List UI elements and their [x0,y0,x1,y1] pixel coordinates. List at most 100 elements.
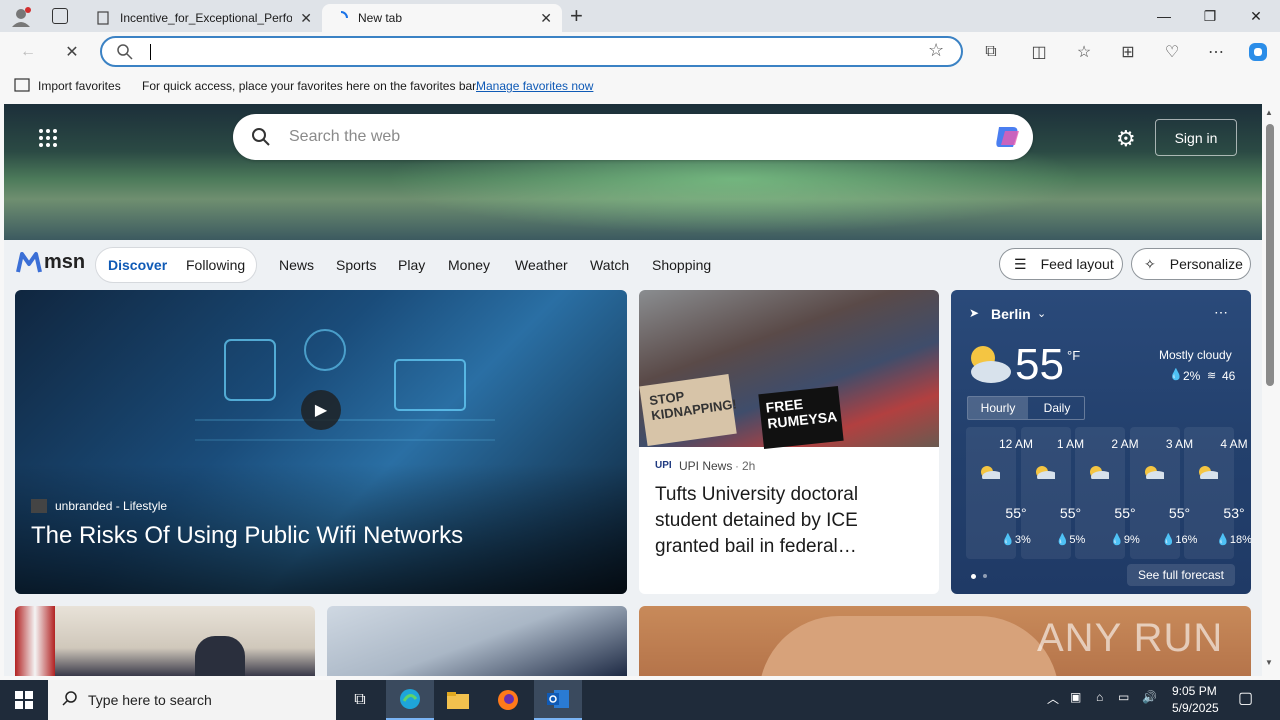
weather-card[interactable]: ➤ Berlin ⌄ ⋯ 55 °F Mostly cloudy 💧 2% ≋ … [951,290,1251,594]
clock-time[interactable]: 9:05 PM [1172,684,1217,698]
news-title[interactable]: Tufts University doctoral student detain… [655,482,895,560]
file-explorer-icon[interactable] [434,680,482,720]
outlook-tray-icon[interactable]: ▣ [1070,690,1081,704]
nav-news[interactable]: News [279,257,314,273]
favorites-bar: Import favorites For quick access, place… [0,72,1280,100]
weather-city[interactable]: Berlin [991,306,1031,322]
import-favorites-button[interactable]: Import favorites [38,79,121,93]
apps-grid-icon[interactable] [38,128,58,153]
aqi-icon: ≋ [1207,370,1217,382]
sign-in-button[interactable]: Sign in [1155,119,1237,156]
clock-date[interactable]: 5/9/2025 [1172,701,1219,715]
nav-play[interactable]: Play [398,257,425,273]
close-tab-icon[interactable]: ✕ [540,10,552,27]
partly-cloudy-icon [1035,466,1055,479]
firefox-icon[interactable] [484,680,532,720]
text-cursor [150,44,151,60]
close-window-button[interactable]: ✕ [1233,0,1279,32]
watermark: ANY RUN [1037,616,1224,660]
see-forecast-button[interactable]: See full forecast [1127,564,1235,586]
tab-actions-icon[interactable] [52,8,68,24]
address-bar[interactable]: ☆ [100,36,963,67]
source-logo [31,499,47,513]
copilot-icon[interactable] [1246,40,1270,64]
scroll-down-icon[interactable]: ▼ [1265,658,1273,667]
story-card-oval-office[interactable] [15,606,315,676]
personalize-button[interactable]: ✧ Personalize [1131,248,1251,280]
msn-logo[interactable]: msn [16,250,85,274]
show-hidden-icons[interactable]: ︿ [1047,690,1059,707]
story-title[interactable]: The Risks Of Using Public Wifi Networks [31,522,463,550]
chevron-down-icon[interactable]: ⌄ [1037,307,1046,320]
tab-title: Incentive_for_Exceptional_Perfor [120,11,292,25]
news-image: STOP KIDNAPPING! FREE RUMEYSA [639,290,939,450]
notifications-icon[interactable]: ▢ [1238,688,1253,708]
extensions-icon[interactable]: ⧉ [979,40,1003,64]
web-search-box[interactable]: Search the web [233,114,1033,160]
favorite-star-icon[interactable]: ☆ [928,40,944,61]
feed-layout-button[interactable]: ☰ Feed layout [999,248,1123,280]
nav-watch[interactable]: Watch [590,257,629,273]
nav-weather[interactable]: Weather [515,257,568,273]
network-icon[interactable]: ▭ [1118,690,1129,704]
minimize-button[interactable]: — [1141,0,1187,32]
outlook-icon[interactable] [534,680,582,720]
title-bar: Incentive_for_Exceptional_Perfor ✕ New t… [0,0,1280,32]
tab-new-tab[interactable]: New tab ✕ [322,4,562,32]
temp-unit[interactable]: °F [1067,348,1080,363]
collections-icon[interactable]: ⊞ [1116,40,1140,64]
hourly-cell[interactable]: 1 AM 55° 💧5% [1020,427,1085,559]
tab-following[interactable]: Following [186,257,245,273]
scroll-up-icon[interactable]: ▲ [1265,108,1273,117]
scrollbar-thumb[interactable] [1266,124,1274,386]
tab-daily[interactable]: Daily [1028,397,1086,419]
tab-incentive[interactable]: Incentive_for_Exceptional_Perfor ✕ [84,4,322,32]
feed-layout-label: Feed layout [1040,256,1114,272]
partly-cloudy-icon [981,466,1000,479]
favorites-icon[interactable]: ☆ [1072,40,1096,64]
news-age: 2h [742,459,756,473]
manage-favorites-link[interactable]: Manage favorites now [476,79,593,93]
hourly-cell[interactable]: 4 AM 53° 💧18% [1184,427,1251,559]
story-card-portrait[interactable]: ANY RUN [639,606,1251,676]
copilot-icon[interactable] [993,123,1023,156]
new-tab-button[interactable]: + [570,4,590,28]
tray-app-icon[interactable]: ⌂ [1096,690,1103,704]
hourly-cell[interactable]: 3 AM 55° 💧16% [1129,427,1197,559]
tab-hourly[interactable]: Hourly [968,397,1028,419]
news-card[interactable]: STOP KIDNAPPING! FREE RUMEYSA UPI UPI Ne… [639,290,939,594]
back-icon[interactable]: ← [16,40,40,64]
nav-sports[interactable]: Sports [336,257,376,273]
featured-story-card[interactable]: ▶ unbranded - Lifestyle The Risks Of Usi… [15,290,627,594]
new-tab-page: Search the web ⚙ Sign in msn Discover Fo… [4,104,1262,676]
more-options-icon[interactable]: ⋯ [1214,304,1228,321]
more-options-icon[interactable]: ⋯ [1204,40,1228,64]
nav-shopping[interactable]: Shopping [652,257,711,273]
volume-icon[interactable]: 🔊 [1142,690,1157,704]
current-temp: 55 [1015,340,1064,389]
address-toolbar: ← ✕ ☆ ⧉ ◫ ☆ ⊞ ♡ ⋯ [0,32,1280,72]
hourly-cell[interactable]: 2 AM 55° 💧9% [1075,427,1140,559]
split-screen-icon[interactable]: ◫ [1027,40,1051,64]
hourly-cell[interactable]: 12 AM 55° 💧3% [966,427,1033,559]
profile-avatar[interactable] [10,6,32,28]
task-view-icon[interactable]: ⧉ [336,680,384,720]
play-video-button[interactable]: ▶ [301,390,341,430]
page-scrollbar[interactable]: ▲ ▼ [1262,104,1280,676]
tab-title: New tab [358,11,403,25]
edge-taskbar-icon[interactable] [386,680,434,720]
tab-discover[interactable]: Discover [108,257,167,273]
restore-button[interactable]: ❐ [1187,0,1233,32]
stop-loading-icon[interactable]: ✕ [60,40,84,64]
story-card-documents[interactable] [327,606,627,676]
partly-cloudy-icon [1144,466,1164,479]
taskbar-search-box[interactable]: Type here to search [48,680,336,720]
settings-gear-icon[interactable]: ⚙ [1116,126,1136,152]
close-tab-icon[interactable]: ✕ [300,10,312,27]
carousel-dot-active[interactable] [971,574,976,579]
nav-money[interactable]: Money [448,257,490,273]
search-icon [251,127,271,152]
browser-essentials-icon[interactable]: ♡ [1160,40,1184,64]
carousel-dot[interactable] [983,574,987,578]
start-button[interactable] [0,680,48,720]
